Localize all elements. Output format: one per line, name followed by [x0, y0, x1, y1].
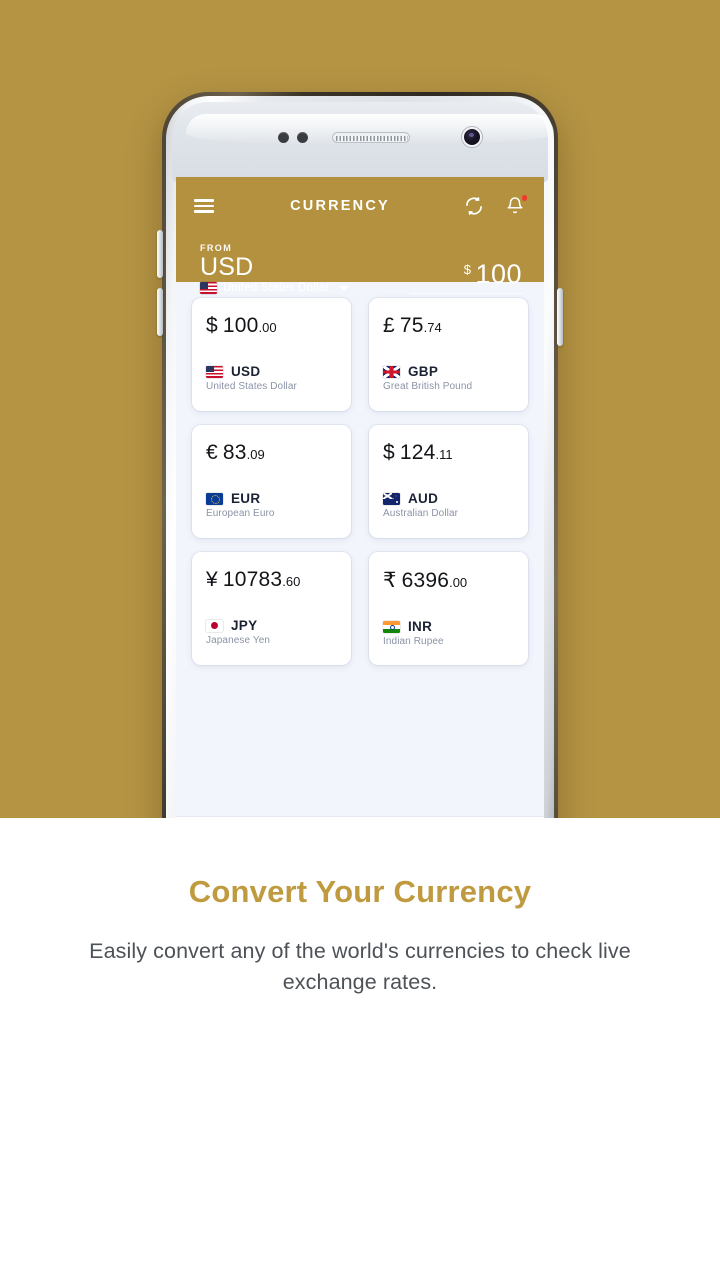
currency-code: GBP	[408, 364, 439, 379]
promo-subtitle: Easily convert any of the world's curren…	[89, 939, 631, 994]
currency-whole: 100	[222, 314, 259, 337]
currency-symbol: ¥	[206, 568, 218, 591]
currency-card-inr[interactable]: ₹6396.00 INR Indian Rupee	[369, 552, 528, 665]
currency-symbol: ₹	[383, 569, 397, 592]
phone-mockup: CURRENCY FROM USD United States Dollar $…	[157, 92, 563, 818]
currency-code-row: GBP	[383, 364, 514, 379]
currency-code-row: JPY	[206, 618, 337, 633]
currency-code-row: AUD	[383, 491, 514, 506]
currency-name: Japanese Yen	[206, 635, 271, 646]
phone-screen: CURRENCY FROM USD United States Dollar $…	[176, 177, 544, 818]
currency-cents: .00	[258, 320, 277, 335]
currency-cents: .60	[282, 574, 301, 589]
flag-us-icon	[206, 365, 223, 378]
currency-whole: 6396	[401, 569, 450, 592]
currency-code: JPY	[231, 618, 258, 633]
app-bar-actions	[464, 195, 527, 216]
currency-whole: 10783	[222, 568, 283, 591]
proximity-sensor-icon	[278, 132, 289, 143]
currency-amount: €83.09	[206, 441, 337, 465]
refresh-icon[interactable]	[464, 196, 484, 216]
currency-name: Indian Rupee	[383, 636, 444, 647]
currency-symbol: $	[383, 441, 395, 464]
hamburger-menu-icon[interactable]	[194, 199, 214, 213]
flag-eu-icon	[206, 492, 223, 505]
currency-name: Australian Dollar	[383, 508, 459, 519]
power-button[interactable]	[557, 288, 563, 346]
currency-amount: £75.74	[383, 314, 514, 338]
currency-cents: .09	[246, 447, 265, 462]
currency-amount: $100.00	[206, 314, 337, 338]
flag-au-icon	[383, 492, 400, 505]
currency-code-row: INR	[383, 619, 514, 634]
currency-symbol: €	[206, 441, 218, 464]
currency-amount: ¥10783.60	[206, 568, 337, 592]
currency-symbol: £	[383, 314, 395, 337]
currency-code-row: USD	[206, 364, 337, 379]
promo-section: Convert Your Currency Easily convert any…	[0, 818, 720, 1280]
currency-whole: 75	[399, 314, 424, 337]
currency-name: United States Dollar	[206, 381, 297, 392]
front-camera-icon	[462, 127, 482, 147]
volume-up-button[interactable]	[157, 230, 163, 278]
currency-code: USD	[231, 364, 261, 379]
currency-cents: .00	[449, 575, 468, 590]
page-title: CURRENCY	[290, 198, 390, 214]
from-label: FROM	[200, 243, 233, 253]
currency-code-row: EUR	[206, 491, 337, 506]
bell-icon[interactable]	[506, 195, 527, 216]
volume-down-button[interactable]	[157, 288, 163, 336]
currency-meta: GBP Great British Pound	[383, 364, 514, 392]
currency-whole: 124	[399, 441, 436, 464]
from-currency-code: USD	[200, 253, 254, 281]
flag-jp-icon	[206, 619, 223, 632]
currency-card-grid: $100.00 USD United States Dollar £75.74	[176, 282, 544, 665]
currency-card-gbp[interactable]: £75.74 GBP Great British Pound	[369, 298, 528, 411]
promo-title: Convert Your Currency	[188, 874, 532, 909]
app-bar: CURRENCY	[176, 177, 544, 235]
currency-cents: .11	[435, 447, 453, 462]
currency-code: EUR	[231, 491, 261, 506]
light-sensor-icon	[297, 132, 308, 143]
currency-symbol: $	[206, 314, 218, 337]
currency-meta: INR Indian Rupee	[383, 619, 514, 647]
currency-cents: .74	[423, 320, 442, 335]
currency-meta: JPY Japanese Yen	[206, 618, 337, 646]
currency-card-jpy[interactable]: ¥10783.60 JPY Japanese Yen	[192, 552, 351, 665]
speaker-mesh	[336, 136, 408, 141]
earpiece-speaker-icon	[332, 132, 410, 143]
currency-name: Great British Pound	[383, 381, 473, 392]
currency-card-usd[interactable]: $100.00 USD United States Dollar	[192, 298, 351, 411]
notification-badge	[521, 195, 527, 201]
flag-gb-icon	[383, 365, 400, 378]
currency-meta: EUR European Euro	[206, 491, 337, 519]
currency-meta: USD United States Dollar	[206, 364, 337, 392]
currency-code: AUD	[408, 491, 439, 506]
currency-card-eur[interactable]: €83.09 EUR European Euro	[192, 425, 351, 538]
app-header-panel: CURRENCY FROM USD United States Dollar $…	[176, 177, 544, 294]
amount-currency-symbol: $	[463, 262, 471, 277]
currency-amount: ₹6396.00	[383, 568, 514, 593]
currency-amount: $124.11	[383, 441, 514, 465]
hero-section: CURRENCY FROM USD United States Dollar $…	[0, 0, 720, 818]
flag-in-icon	[383, 620, 400, 633]
phone-top-bezel	[172, 102, 554, 182]
currency-name: European Euro	[206, 508, 275, 519]
currency-card-aud[interactable]: $124.11 AUD Australian Dollar	[369, 425, 528, 538]
currency-code: INR	[408, 619, 433, 634]
currency-meta: AUD Australian Dollar	[383, 491, 514, 519]
currency-whole: 83	[222, 441, 247, 464]
